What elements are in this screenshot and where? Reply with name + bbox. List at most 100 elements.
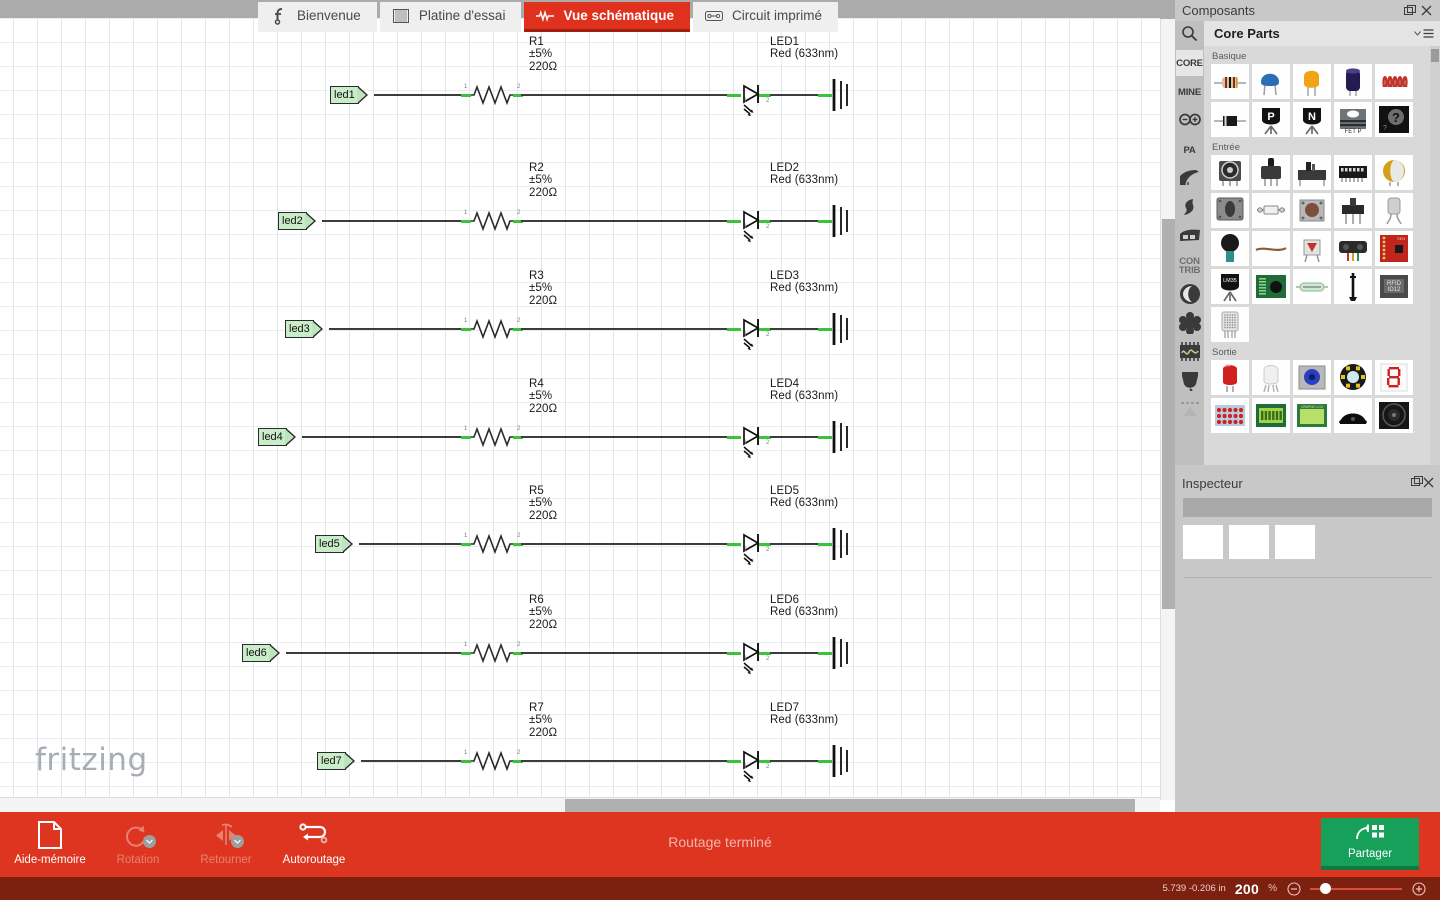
part-item[interactable]: RFID ID12 <box>1375 269 1413 304</box>
schematic-canvas[interactable]: R1 ±5% 220Ω LED1 Red (633nm) led1 1 2 1 2 R2 ±5% 220… <box>0 0 1175 812</box>
part-item[interactable] <box>1252 64 1290 99</box>
parts-bin-scroll-thumb[interactable] <box>1431 49 1439 62</box>
part-item[interactable] <box>1252 193 1290 228</box>
parts-bin-tab-mine[interactable]: MINE <box>1176 79 1203 105</box>
inspector-close-icon[interactable] <box>1423 476 1434 491</box>
search-icon[interactable] <box>1175 21 1204 46</box>
toolbar-rotate[interactable]: Rotation <box>94 812 182 866</box>
wire-segment[interactable] <box>521 94 729 96</box>
parts-bin-tab-snootlab[interactable] <box>1176 195 1203 221</box>
zoom-slider-knob[interactable] <box>1320 883 1331 894</box>
canvas-horizontal-scrollbar[interactable] <box>0 797 1160 812</box>
part-item[interactable]: ?? <box>1375 102 1413 137</box>
part-item[interactable] <box>1375 64 1413 99</box>
part-item[interactable] <box>1334 64 1372 99</box>
resistor-pad-left[interactable] <box>461 219 471 223</box>
wire-segment[interactable] <box>521 652 729 654</box>
parts-bin-scrollbar[interactable] <box>1430 46 1440 465</box>
schematic-circuit-row[interactable]: R3 ±5% 220Ω LED3 Red (633nm) led3 1 2 1 2 <box>0 270 900 378</box>
terminal-bars-symbol[interactable] <box>831 204 853 243</box>
part-item[interactable] <box>1211 231 1249 266</box>
parts-bin-tab-seeed[interactable] <box>1176 224 1203 250</box>
undock-icon[interactable] <box>1402 3 1418 19</box>
part-item[interactable] <box>1211 155 1249 190</box>
wire-segment[interactable] <box>329 328 463 330</box>
terminal-bars-symbol[interactable] <box>831 420 853 459</box>
chevron-down-icon[interactable] <box>143 835 156 848</box>
terminal-pad[interactable] <box>818 93 832 97</box>
part-item[interactable] <box>1293 269 1331 304</box>
part-item[interactable] <box>1211 398 1249 433</box>
resistor-symbol[interactable] <box>471 80 515 115</box>
wire-segment[interactable] <box>521 436 729 438</box>
part-item[interactable] <box>1293 64 1331 99</box>
chevron-down-icon[interactable] <box>231 835 244 848</box>
resistor-pad-left[interactable] <box>461 93 471 97</box>
part-item[interactable] <box>1211 307 1249 342</box>
resistor-symbol[interactable] <box>471 206 515 241</box>
part-item[interactable] <box>1334 193 1372 228</box>
close-icon[interactable] <box>1418 3 1434 19</box>
resistor-symbol[interactable] <box>471 314 515 349</box>
part-item[interactable] <box>1252 269 1290 304</box>
bin-menu-icon[interactable] <box>1414 28 1434 39</box>
view-tab-breadboard[interactable]: Platine d'essai <box>379 2 522 32</box>
schematic-circuit-row[interactable]: R4 ±5% 220Ω LED4 Red (633nm) led4 1 2 1 2 <box>0 378 900 486</box>
schematic-circuit-row[interactable]: R2 ±5% 220Ω LED2 Red (633nm) led2 1 2 1 2 <box>0 162 900 270</box>
part-item[interactable] <box>1252 155 1290 190</box>
wire-segment[interactable] <box>770 94 822 96</box>
view-tab-fritzing-f[interactable]: Bienvenue <box>258 2 377 32</box>
part-item[interactable] <box>1334 398 1372 433</box>
wire-segment[interactable] <box>770 543 822 545</box>
terminal-pad[interactable] <box>818 435 832 439</box>
parts-bin-tab-scroll-up[interactable] <box>1176 398 1203 424</box>
part-item[interactable] <box>1334 360 1372 395</box>
wire-segment[interactable] <box>374 94 463 96</box>
part-item[interactable] <box>1375 398 1413 433</box>
part-item[interactable] <box>1334 155 1372 190</box>
wire-segment[interactable] <box>302 436 463 438</box>
parts-bin-tab-moon[interactable] <box>1176 282 1203 308</box>
terminal-bars-symbol[interactable] <box>831 527 853 566</box>
part-item[interactable] <box>1293 155 1331 190</box>
wire-segment[interactable] <box>286 652 463 654</box>
part-item[interactable]: FET P <box>1334 102 1372 137</box>
wire-segment[interactable] <box>521 760 729 762</box>
part-item[interactable] <box>1375 193 1413 228</box>
schematic-circuit-row[interactable]: R5 ±5% 220Ω LED5 Red (633nm) led5 1 2 1 2 <box>0 485 900 593</box>
part-item[interactable] <box>1252 398 1290 433</box>
parts-bin-tab-chip-wave[interactable] <box>1176 340 1203 366</box>
parts-bin-tab-gear-flower[interactable] <box>1176 311 1203 337</box>
toolbar-notes-page[interactable]: Aide-mémoire <box>6 812 94 866</box>
part-item[interactable] <box>1252 231 1290 266</box>
terminal-pad[interactable] <box>818 327 832 331</box>
parts-bin-tab-con-trib[interactable]: CON TRIB <box>1176 253 1203 279</box>
part-item[interactable] <box>1211 193 1249 228</box>
terminal-bars-symbol[interactable] <box>831 744 853 783</box>
part-item[interactable]: LM35 <box>1211 269 1249 304</box>
net-label-flag[interactable]: led3 <box>285 320 323 338</box>
inspector-undock-icon[interactable] <box>1411 476 1423 491</box>
terminal-bars-symbol[interactable] <box>831 78 853 117</box>
wire-segment[interactable] <box>361 760 463 762</box>
part-item[interactable]: GRAPHIC LCD <box>1293 398 1331 433</box>
part-item[interactable] <box>1211 64 1249 99</box>
wire-segment[interactable] <box>770 436 822 438</box>
parts-bin-tab-core[interactable]: CORE <box>1176 50 1203 76</box>
resistor-pad-left[interactable] <box>461 542 471 546</box>
net-label-flag[interactable]: led7 <box>317 752 355 770</box>
wire-segment[interactable] <box>359 543 463 545</box>
view-tab-schematic[interactable]: Vue schématique <box>524 2 690 32</box>
part-item[interactable] <box>1375 360 1413 395</box>
resistor-symbol[interactable] <box>471 638 515 673</box>
part-item[interactable] <box>1252 360 1290 395</box>
wire-segment[interactable] <box>770 328 822 330</box>
parts-bin-tab-connector[interactable] <box>1176 369 1203 395</box>
share-button[interactable]: Partager <box>1321 818 1419 870</box>
resistor-pad-left[interactable] <box>461 327 471 331</box>
part-item[interactable] <box>1293 231 1331 266</box>
parts-bin-tab-sparkfun[interactable] <box>1176 166 1203 192</box>
net-label-flag[interactable]: led4 <box>258 428 296 446</box>
terminal-bars-symbol[interactable] <box>831 312 853 351</box>
terminal-pad[interactable] <box>818 219 832 223</box>
